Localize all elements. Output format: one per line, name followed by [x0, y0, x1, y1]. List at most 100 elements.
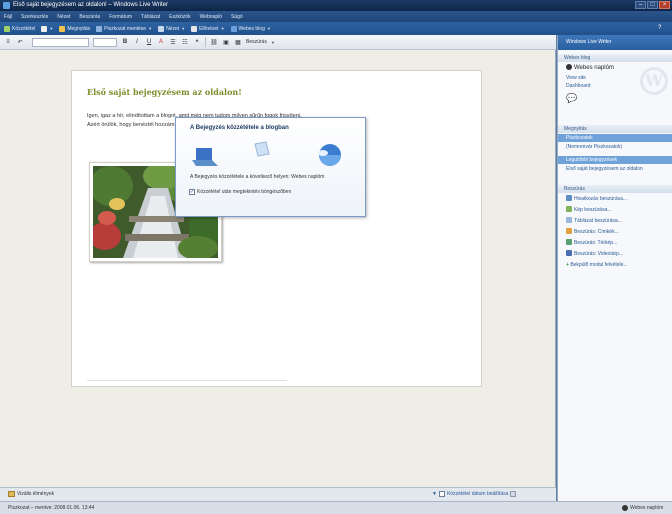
publish-target-text: A Bejegyzés közzététele a következő hely… — [190, 174, 325, 180]
view-button[interactable]: Nézet ▼ — [158, 25, 186, 32]
picture-icon[interactable]: ▣ — [222, 39, 230, 46]
font-family-select[interactable] — [32, 37, 89, 47]
sidebar-item-recent-drafts[interactable]: (Nemrenvár Piszkozatok) — [566, 144, 622, 150]
menu-insert[interactable]: Beszúrás — [79, 14, 100, 20]
editor-area: Első saját bejegyzésem az oldalon! Igen,… — [0, 50, 556, 487]
bold-button[interactable]: B — [121, 39, 129, 45]
blog-selector[interactable]: Webes blog ▼ — [230, 25, 271, 32]
insert-tags-label: Beszúrás: Címkék... — [574, 229, 619, 235]
table-icon[interactable]: ▦ — [234, 39, 242, 46]
status-blog: Webes naplóm — [622, 505, 663, 511]
save-icon — [96, 25, 103, 32]
laptop-icon — [192, 148, 218, 166]
editor-bottom-bar: Vizális élmények ▼ Közzététel dátum beál… — [0, 487, 556, 501]
insert-table-label: Táblázat beszúrása... — [574, 218, 622, 224]
chevron-down-icon: ▼ — [49, 26, 54, 31]
status-bar: Piszkozat – mentve: 2008.01.06. 13:44 We… — [0, 501, 672, 514]
save-draft-label: Piszkozat mentése — [104, 25, 147, 32]
chevron-down-icon: ▼ — [181, 26, 186, 31]
save-draft-button[interactable]: Piszkozat mentése ▼ — [96, 25, 152, 32]
open-button[interactable]: Megnyitás — [59, 25, 91, 32]
open-label: Megnyitás — [67, 25, 91, 32]
publish-icon — [4, 25, 10, 32]
publish-label: Közzététel — [12, 25, 36, 32]
link-icon[interactable]: ⛓ — [210, 39, 218, 46]
font-color-icon[interactable]: A — [157, 39, 165, 45]
insert-picture[interactable]: Kép beszúrása... — [566, 206, 612, 213]
view-label: Nézet — [166, 25, 180, 32]
chevron-down-icon: ▼ — [220, 26, 225, 31]
sidebar-link-dashboard[interactable]: Dashboard — [566, 83, 590, 89]
sidebar: Windows Live Writer W Webes blog Webes n… — [557, 35, 672, 511]
font-size-select[interactable] — [93, 37, 117, 47]
date-checkbox[interactable] — [438, 491, 445, 497]
view-after-publish-checkbox[interactable]: ✓ Közzététel után megtekintés böngészőbe… — [189, 189, 291, 195]
paragraph-style-icon[interactable]: ≡ — [4, 39, 12, 45]
menu-table[interactable]: Táblázat — [141, 14, 160, 20]
chevron-down-icon: ▼ — [266, 26, 271, 31]
sidebar-item-drafts[interactable]: Piszkozatok — [558, 134, 672, 142]
close-button[interactable]: × — [659, 1, 670, 9]
menu-weblog[interactable]: Webnapló — [200, 14, 222, 20]
publish-date-toggle[interactable]: ▼ Közzététel dátum beállítása — [432, 491, 518, 497]
bullet-list-icon[interactable]: ☰ — [169, 39, 177, 46]
insert-hyperlink-label: Hivatkozás beszúrása... — [574, 196, 628, 202]
comment-icon[interactable]: 💬 — [566, 93, 577, 104]
insert-menu[interactable]: Beszúrás — [246, 39, 267, 45]
edit-view-icon — [8, 491, 15, 497]
preview-button[interactable]: Előnézet ▼ — [191, 25, 225, 32]
chevron-down-icon: ▼ — [432, 491, 437, 497]
menu-file[interactable]: Fájl — [4, 14, 12, 20]
post-title[interactable]: Első saját bejegyzésem az oldalon! — [87, 87, 242, 97]
preview-label: Előnézet — [199, 25, 219, 32]
new-post-button[interactable]: ▼ — [41, 25, 54, 32]
publish-button[interactable]: Közzététel — [4, 25, 36, 32]
maximize-button[interactable]: □ — [647, 1, 658, 9]
checkbox-checked-icon[interactable]: ✓ — [189, 189, 195, 195]
plus-icon: + — [566, 262, 569, 268]
add-plugin-link[interactable]: + Bekpülő modul felvétele... — [566, 262, 628, 268]
insert-map-label: Beszúrás: Térkép... — [574, 240, 618, 246]
view-icon — [158, 25, 165, 32]
sidebar-header: Windows Live Writer — [558, 35, 672, 50]
italic-button[interactable]: I — [133, 39, 141, 45]
sidebar-section-blog: Webes blog — [558, 54, 672, 62]
new-icon — [41, 25, 48, 32]
sidebar-section-recent[interactable]: Legutóbbi bejegyzések — [558, 156, 672, 164]
menu-tools[interactable]: Eszközök — [169, 14, 190, 20]
preview-icon — [191, 25, 198, 32]
menu-view[interactable]: Nézet — [57, 14, 70, 20]
map-icon — [566, 239, 572, 245]
insert-map[interactable]: Beszúrás: Térkép... — [566, 239, 617, 246]
menu-edit[interactable]: Szerkesztés — [21, 14, 48, 20]
blog-selector-label: Webes blog — [238, 25, 265, 32]
undo-icon[interactable]: ↶ — [16, 39, 24, 46]
toolbar-separator — [205, 37, 206, 47]
help-icon[interactable]: ? — [658, 25, 668, 32]
insert-picture-label: Kép beszúrása... — [574, 207, 612, 213]
insert-table[interactable]: Táblázat beszúrása... — [566, 217, 622, 224]
sidebar-link-view-site[interactable]: View site — [566, 75, 586, 81]
insert-video[interactable]: Beszúrás: Videotárp... — [566, 250, 623, 257]
underline-button[interactable]: U — [145, 39, 153, 45]
sidebar-blog-name[interactable]: Webes naplóm — [566, 64, 614, 71]
view-mode-label: Vizális élmények — [17, 491, 55, 497]
title-bar: Első saját bejegyzésem az oldalon! – Win… — [0, 0, 672, 11]
numbered-list-icon[interactable]: ☷ — [181, 39, 189, 46]
content-divider — [87, 380, 287, 381]
view-mode-tab[interactable]: Vizális élmények — [8, 491, 54, 497]
publish-dialog-title: A Bejegyzés közzététele a blogban — [190, 125, 289, 131]
blockquote-icon[interactable]: ❝ — [193, 39, 201, 46]
publish-progress-graphic — [192, 141, 341, 166]
calendar-icon[interactable] — [510, 491, 517, 497]
minimize-button[interactable]: – — [635, 1, 646, 9]
sidebar-item-recent-post[interactable]: Első saját bejegyzésem az oldalon — [566, 166, 643, 172]
publish-dialog: A Bejegyzés közzététele a blogban A Beje… — [175, 117, 366, 217]
menu-help[interactable]: Súgó — [231, 14, 243, 20]
publish-date-label: Közzététel dátum beállítása — [446, 491, 509, 497]
hyperlink-icon — [566, 195, 572, 201]
insert-hyperlink[interactable]: Hivatkozás beszúrása... — [566, 195, 627, 202]
insert-tags[interactable]: Beszúrás: Címkék... — [566, 228, 619, 235]
add-plugin-label: Bekpülő modul felvétele... — [570, 262, 628, 268]
menu-format[interactable]: Formátum — [109, 14, 132, 20]
